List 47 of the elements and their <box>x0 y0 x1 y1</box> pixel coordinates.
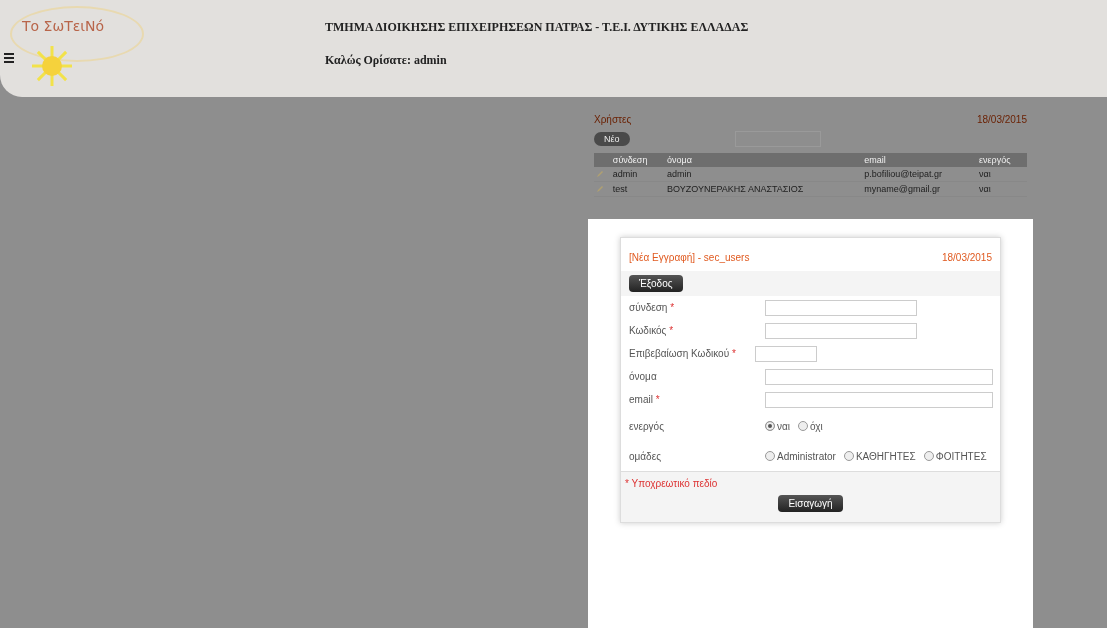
dialog-title: [Νέα Εγγραφή] - sec_users <box>629 252 750 263</box>
menu-icon[interactable] <box>4 53 14 63</box>
field-label: ενεργός <box>629 420 665 432</box>
column-header[interactable]: όνομα <box>665 153 863 167</box>
radio-button[interactable] <box>843 451 854 461</box>
table-cell: p.bofiliou@teipat.gr <box>862 167 978 182</box>
list-title: Χρήστες <box>594 114 632 125</box>
date-text: 18/03/2015 <box>941 252 992 263</box>
header-title: ΤΜΗΜΑ ΔΙΟΙΚΗΣΗΣ ΕΠΙΧΕΙΡΗΣΕΩΝ ΠΑΤΡΑΣ - Τ.Ε.Ι. ΔΥΤΙΚΗΣ ΕΛΛΑΔΑΣ <box>325 20 749 34</box>
table-cell: test <box>610 181 666 197</box>
required-note: * Υποχρεωτικό πεδίο <box>625 478 718 489</box>
new-button[interactable]: Νέο <box>594 132 630 146</box>
radio-button[interactable] <box>798 421 808 431</box>
column-header[interactable]: email <box>862 153 978 167</box>
field-label: Επιβεβαίωση Κωδικού * <box>629 348 737 359</box>
table-cell: ναι <box>977 181 1027 197</box>
table-cell: ναι <box>977 167 1027 182</box>
field-label: σύνδεση * <box>629 302 676 313</box>
date-text: 18/03/2015 <box>976 114 1027 125</box>
table-cell: admin <box>665 167 863 182</box>
radio-button[interactable] <box>765 421 775 431</box>
option-label: ΚΑΘΗΓΗΤΕΣ <box>855 450 916 462</box>
option-label: όχι <box>810 420 823 432</box>
field-label: email * <box>629 394 661 405</box>
input-field[interactable] <box>765 368 993 385</box>
input-field[interactable] <box>765 322 917 339</box>
column-header[interactable]: ενεργός <box>977 153 1027 167</box>
option-label: ΦΟΙΤΗΤΕΣ <box>935 450 987 462</box>
column-header[interactable]: σύνδεση <box>610 153 666 167</box>
welcome-text: Καλώς Ορίσατε: admin <box>325 53 448 68</box>
input-field[interactable] <box>765 391 993 408</box>
field-label: Κωδικός * <box>629 325 675 336</box>
submit-button[interactable]: Εισαγωγή <box>778 495 843 512</box>
table-cell: myname@gmail.gr <box>862 181 978 197</box>
exit-button[interactable]: Έξοδος <box>629 275 683 292</box>
radio-button[interactable] <box>923 451 934 461</box>
input-field[interactable] <box>765 299 917 316</box>
field-label: ομάδες <box>629 450 662 462</box>
radio-button[interactable] <box>765 451 775 461</box>
table-cell: admin <box>610 167 666 182</box>
logo-text: Το ΣωΤειΝό <box>22 18 105 34</box>
table-cell: ΒΟΥΖΟΥΝΕΡΑΚΗΣ ΑΝΑΣΤΑΣΙΟΣ <box>665 181 863 197</box>
option-label: Administrator <box>777 450 836 462</box>
input-field[interactable] <box>755 345 817 362</box>
option-label: ναι <box>777 420 790 432</box>
sun-icon <box>30 44 74 88</box>
field-label: όνομα <box>629 371 658 382</box>
